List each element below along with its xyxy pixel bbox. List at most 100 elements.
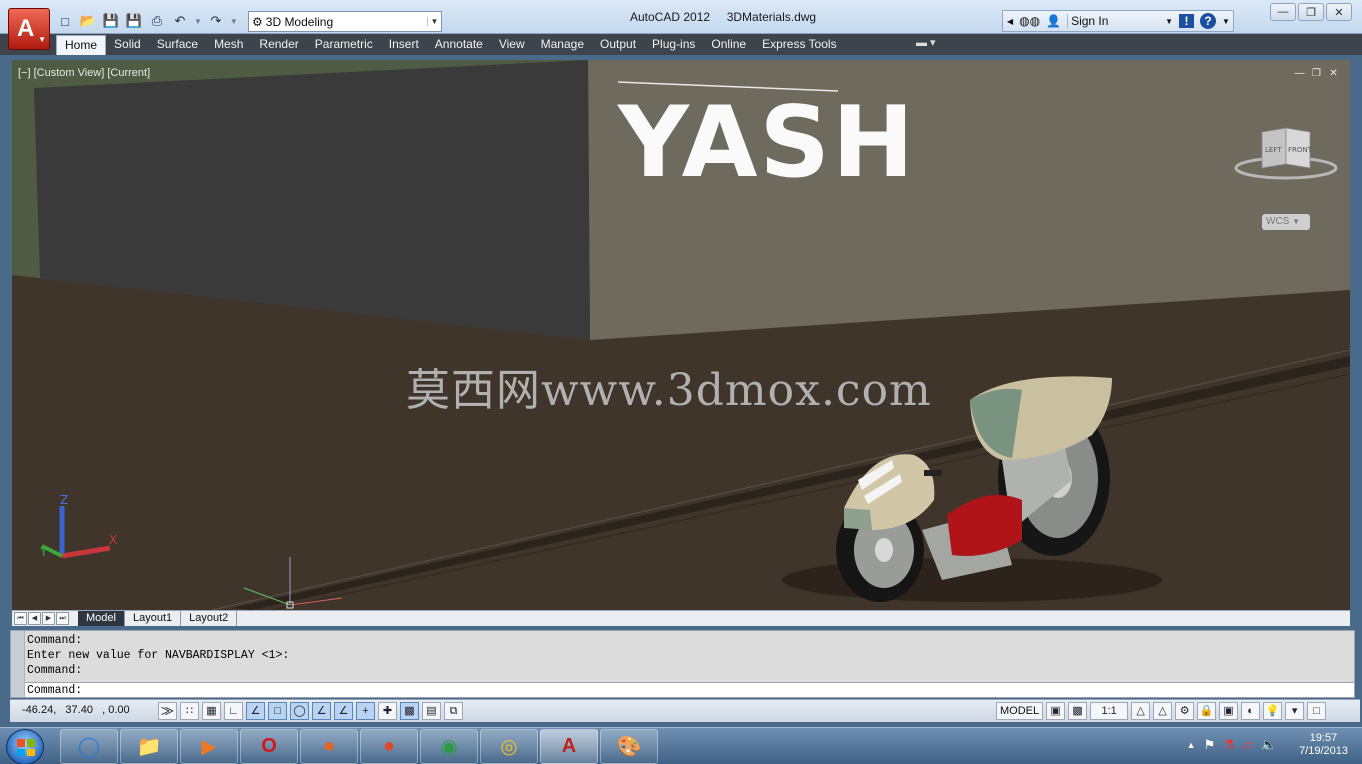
viewcube[interactable]: LEFT FRONT xyxy=(1234,124,1338,184)
hardware-acceleration-icon[interactable]: ▣ xyxy=(1219,702,1239,720)
tab-parametric[interactable]: Parametric xyxy=(307,34,381,54)
volume-icon[interactable]: 🔈 xyxy=(1261,737,1277,753)
help-icon[interactable]: ? xyxy=(1199,13,1216,29)
paint-icon[interactable]: 🎨 xyxy=(600,729,658,764)
tab-home[interactable]: Home xyxy=(56,35,107,55)
media-player-icon[interactable]: ▶ xyxy=(180,729,238,764)
undo-dropdown-icon[interactable]: ▼ xyxy=(194,17,202,26)
object-snap-tracking-icon[interactable]: ∠ xyxy=(312,702,331,720)
tab-model[interactable]: Model xyxy=(78,611,125,626)
object-snap-icon[interactable]: □ xyxy=(268,702,287,720)
command-input[interactable]: Command: xyxy=(25,682,1354,697)
user-icon: 👤 xyxy=(1046,14,1062,28)
binoculars-icon[interactable]: ◍◍ xyxy=(1019,14,1040,28)
action-center-flag-icon[interactable]: ⚑ xyxy=(1204,737,1216,753)
tab-manage[interactable]: Manage xyxy=(533,34,592,54)
quick-view-drawings-icon[interactable]: ▩ xyxy=(1068,702,1088,720)
sign-in-button[interactable]: Sign In xyxy=(1067,14,1159,28)
firefox-icon[interactable]: ● xyxy=(300,729,358,764)
lock-icon[interactable]: 🔒 xyxy=(1197,702,1217,720)
drawing-viewport[interactable]: Z X Y [−] [Custom View] [Current] — ❐ ✕ … xyxy=(12,60,1350,610)
tab-online[interactable]: Online xyxy=(703,34,754,54)
restore-button[interactable]: ❐ xyxy=(1298,3,1324,21)
clean-screen-icon[interactable]: □ xyxy=(1307,702,1327,720)
saveas-icon[interactable]: 💾 xyxy=(125,12,143,30)
ribbon-minimize-icon[interactable]: ▬ ▾ xyxy=(916,36,936,49)
tab-plugins[interactable]: Plug-ins xyxy=(644,34,703,54)
application-menu-button[interactable]: A ▼ xyxy=(8,8,50,50)
viewport-controls-label[interactable]: [−] [Custom View] [Current] xyxy=(18,67,150,79)
close-button[interactable]: ✕ xyxy=(1326,3,1352,21)
internet-explorer-icon[interactable]: ◯ xyxy=(60,729,118,764)
model-space-button[interactable]: MODEL xyxy=(996,702,1044,720)
ortho-mode-icon[interactable]: ∟ xyxy=(224,702,243,720)
infer-constraints-icon[interactable]: ⨠ xyxy=(158,702,177,720)
tab-solid[interactable]: Solid xyxy=(106,34,149,54)
redo-icon[interactable]: ↷ xyxy=(207,12,225,30)
transparency-icon[interactable]: ▩ xyxy=(400,702,419,720)
annotation-visibility-icon[interactable]: △ xyxy=(1131,702,1151,720)
undo-icon[interactable]: ↶ xyxy=(171,12,189,30)
minimize-button[interactable]: — xyxy=(1270,3,1296,21)
clock[interactable]: 19:57 7/19/2013 xyxy=(1299,732,1348,758)
wcs-menu[interactable]: WCS ▼ xyxy=(1262,214,1310,230)
tab-output[interactable]: Output xyxy=(592,34,644,54)
command-history-line: Command: xyxy=(27,634,83,647)
windows-explorer-icon[interactable]: 📁 xyxy=(120,729,178,764)
tab-view[interactable]: View xyxy=(491,34,533,54)
new-icon[interactable]: □ xyxy=(56,12,74,30)
last-layout-icon[interactable]: ⏭ xyxy=(56,612,69,625)
chrome-icon[interactable]: ◉ xyxy=(420,729,478,764)
tab-layout1[interactable]: Layout1 xyxy=(125,611,182,626)
snap-mode-icon[interactable]: ∷ xyxy=(180,702,199,720)
open-icon[interactable]: 📂 xyxy=(79,12,97,30)
chevron-down-icon[interactable]: ▼ xyxy=(427,17,441,26)
chevron-down-icon[interactable]: ▼ xyxy=(1165,17,1173,26)
start-button[interactable] xyxy=(6,729,44,764)
isolate-objects-icon[interactable]: ◐ xyxy=(1241,702,1261,720)
network-icon[interactable]: ▱ xyxy=(1243,737,1253,753)
save-icon[interactable]: 💾 xyxy=(102,12,120,30)
viewport-close-icon[interactable]: ✕ xyxy=(1327,68,1340,80)
firefox-nightly-icon[interactable]: ● xyxy=(360,729,418,764)
workspace-select[interactable]: ⚙ 3D Modeling ▼ xyxy=(248,11,442,32)
viewport-minimize-icon[interactable]: — xyxy=(1293,68,1306,80)
security-icon[interactable]: ⚗ xyxy=(1223,737,1235,753)
viewport-restore-icon[interactable]: ❐ xyxy=(1310,68,1323,80)
opera-icon[interactable]: O xyxy=(240,729,298,764)
tab-annotate[interactable]: Annotate xyxy=(427,34,491,54)
command-window-grip[interactable] xyxy=(11,631,25,697)
tab-mesh[interactable]: Mesh xyxy=(206,34,251,54)
tab-render[interactable]: Render xyxy=(251,34,306,54)
first-layout-icon[interactable]: ⏮ xyxy=(14,612,27,625)
workspace-switching-icon[interactable]: ⚙ xyxy=(1175,702,1195,720)
lightbulb-icon[interactable]: 💡 xyxy=(1263,702,1283,720)
dynamic-ucs-icon[interactable]: ∠ xyxy=(334,702,353,720)
polar-tracking-icon[interactable]: ∠ xyxy=(246,702,265,720)
plot-icon[interactable]: ⎙ xyxy=(148,12,166,30)
show-hidden-icons-icon[interactable]: ▲ xyxy=(1187,740,1196,750)
next-layout-icon[interactable]: ▶ xyxy=(42,612,55,625)
exchange-icon[interactable]: ! xyxy=(1178,14,1194,28)
lineweight-icon[interactable]: ✚ xyxy=(378,702,397,720)
quick-view-layouts-icon[interactable]: ▣ xyxy=(1046,702,1066,720)
redo-dropdown-icon[interactable]: ▼ xyxy=(230,17,238,26)
annotation-scale-icon[interactable]: 1:1 xyxy=(1090,702,1129,720)
tab-insert[interactable]: Insert xyxy=(381,34,427,54)
dynamic-input-icon[interactable]: + xyxy=(356,702,375,720)
tab-express-tools[interactable]: Express Tools xyxy=(754,34,844,54)
status-menu-icon[interactable]: ▾ xyxy=(1285,702,1305,720)
chevron-left-icon[interactable]: ◀ xyxy=(1007,17,1013,26)
chevron-down-icon[interactable]: ▼ xyxy=(1222,17,1230,26)
tab-surface[interactable]: Surface xyxy=(149,34,206,54)
selection-cycling-icon[interactable]: ⧉ xyxy=(444,702,463,720)
tab-layout2[interactable]: Layout2 xyxy=(181,611,238,626)
prev-layout-icon[interactable]: ◀ xyxy=(28,612,41,625)
coordinate-display[interactable]: -46.24, 37.40 , 0.00 xyxy=(22,704,130,716)
quick-properties-icon[interactable]: ▤ xyxy=(422,702,441,720)
grid-display-icon[interactable]: ▦ xyxy=(202,702,221,720)
audio-player-icon[interactable]: ◎ xyxy=(480,729,538,764)
3d-object-snap-icon[interactable]: ◯ xyxy=(290,702,309,720)
auto-scale-icon[interactable]: △ xyxy=(1153,702,1173,720)
autocad-taskbar-icon[interactable]: A xyxy=(540,729,598,764)
